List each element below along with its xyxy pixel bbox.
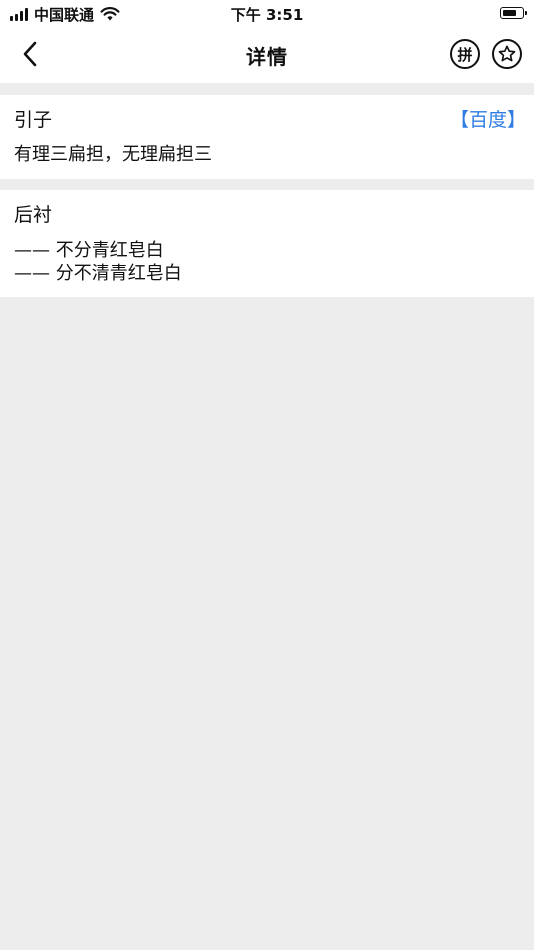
section-followup: 后衬 —— 不分青红皂白 —— 分不清青红皂白 xyxy=(0,190,534,297)
answer-line: —— 不分青红皂白 xyxy=(14,240,164,261)
section-body: —— 不分青红皂白 —— 分不清青红皂白 xyxy=(14,239,182,285)
star-icon xyxy=(498,45,516,62)
section-lead: 引子 【百度】 有理三扁担，无理扁担三 xyxy=(0,95,534,179)
section-heading: 后衬 xyxy=(14,204,53,226)
status-time: 下午 3:51 xyxy=(230,6,304,24)
answer-line: —— 分不清青红皂白 xyxy=(14,263,182,284)
nav-bar: 详情 拼 xyxy=(0,28,534,83)
nav-actions: 拼 xyxy=(450,39,522,69)
baidu-link[interactable]: 【百度】 xyxy=(450,108,526,132)
section-heading: 引子 xyxy=(14,109,53,131)
battery-icon xyxy=(500,7,527,19)
section-text: 有理三扁担，无理扁担三 xyxy=(14,144,212,165)
favorite-button[interactable] xyxy=(492,39,522,69)
pinyin-button-label: 拼 xyxy=(457,45,473,64)
status-bar: 中国联通 下午 3:51 xyxy=(0,0,534,28)
pinyin-button[interactable]: 拼 xyxy=(450,39,480,69)
section-body: 有理三扁担，无理扁担三 xyxy=(14,143,212,166)
